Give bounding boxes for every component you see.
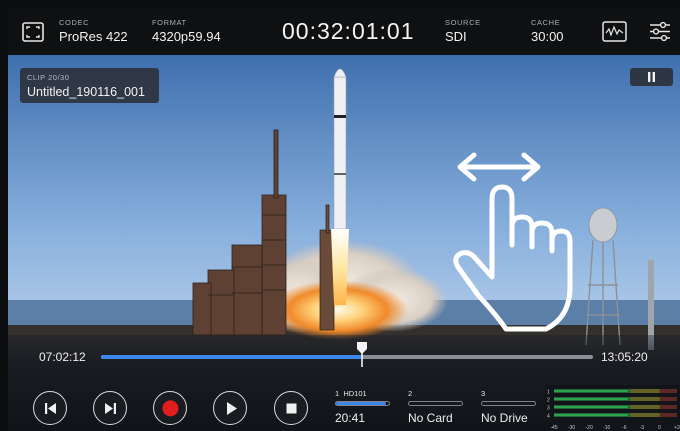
stop-icon bbox=[286, 403, 297, 414]
pause-button[interactable] bbox=[630, 68, 673, 86]
meter-segment bbox=[659, 389, 677, 393]
timeline-progress bbox=[101, 355, 362, 359]
source-value: SDI bbox=[445, 29, 467, 44]
meter-level bbox=[554, 398, 628, 400]
meter-segment bbox=[630, 405, 660, 409]
codec-value: ProRes 422 bbox=[59, 29, 128, 44]
format-field[interactable]: FORMAT 4320p59.94 bbox=[152, 18, 221, 44]
slot-number: 1 bbox=[335, 389, 340, 398]
play-button[interactable] bbox=[213, 391, 247, 425]
meter-segment bbox=[630, 397, 660, 401]
meter-segment bbox=[630, 413, 660, 417]
meter-segment bbox=[659, 405, 677, 409]
meter-scale-label: -10 bbox=[603, 425, 610, 431]
meter-segment bbox=[630, 389, 660, 393]
codec-label: CODEC bbox=[59, 18, 90, 27]
meter-channel-label: 4 bbox=[547, 414, 550, 420]
cache-field[interactable]: CACHE 30:00 bbox=[531, 18, 564, 44]
timeline-end-timecode: 13:05:20 bbox=[601, 350, 648, 364]
record-icon bbox=[162, 400, 179, 417]
slot-number: 3 bbox=[481, 389, 486, 398]
skip-forward-button[interactable] bbox=[93, 391, 127, 425]
clip-info-badge[interactable]: CLIP 20/30 Untitled_190116_001 bbox=[20, 68, 159, 103]
media-slot-2[interactable]: 2 No Card bbox=[408, 389, 463, 425]
fullscreen-icon[interactable] bbox=[22, 22, 44, 42]
meter-scale-label: -20 bbox=[586, 425, 593, 431]
play-icon bbox=[227, 402, 237, 415]
format-label: FORMAT bbox=[152, 18, 187, 27]
meter-scale-label: -6 bbox=[622, 425, 627, 431]
clip-name: Untitled_190116_001 bbox=[27, 85, 145, 99]
slot-capacity-bar bbox=[481, 401, 536, 406]
cache-value: 30:00 bbox=[531, 29, 564, 44]
meter-channel-label: 1 bbox=[547, 390, 550, 396]
timecode-display[interactable]: 00:32:01:01 bbox=[282, 18, 415, 45]
stop-button[interactable] bbox=[274, 391, 308, 425]
playhead-handle[interactable] bbox=[356, 341, 368, 367]
recorder-screen: CODEC ProRes 422 FORMAT 4320p59.94 00:32… bbox=[0, 0, 680, 431]
meter-level bbox=[554, 414, 628, 416]
slot-capacity-bar bbox=[335, 401, 390, 406]
media-slot-1[interactable]: 1 HD101 20:41 bbox=[335, 389, 390, 425]
skip-back-icon bbox=[45, 403, 56, 414]
meter-scale-label: -45 bbox=[550, 425, 557, 431]
source-field[interactable]: SOURCE SDI bbox=[445, 18, 481, 44]
source-label: SOURCE bbox=[445, 18, 481, 27]
format-value: 4320p59.94 bbox=[152, 29, 221, 44]
status-bar: CODEC ProRes 422 FORMAT 4320p59.94 00:32… bbox=[8, 8, 680, 55]
record-button[interactable] bbox=[153, 391, 187, 425]
meter-scale-label: 0 bbox=[658, 425, 661, 431]
meter-scale-label: +3 bbox=[674, 425, 680, 431]
meter-channel-label: 2 bbox=[547, 398, 550, 404]
meter-segment bbox=[659, 397, 677, 401]
slot-status: No Card bbox=[408, 411, 453, 425]
meter-segment bbox=[659, 413, 677, 417]
meter-channel-label: 3 bbox=[547, 406, 550, 412]
audio-meters[interactable]: 1234-45 -30 -20 -10 -6 -3 0 +3 bbox=[545, 385, 680, 431]
skip-forward-icon bbox=[105, 403, 116, 414]
skip-back-button[interactable] bbox=[33, 391, 67, 425]
meter-scale-label: -3 bbox=[640, 425, 645, 431]
slot-status: 20:41 bbox=[335, 411, 366, 425]
pause-icon bbox=[648, 72, 655, 82]
media-slot-3[interactable]: 3 No Drive bbox=[481, 389, 536, 425]
meter-level bbox=[554, 390, 628, 392]
cache-label: CACHE bbox=[531, 18, 561, 27]
clip-counter: CLIP 20/30 bbox=[27, 73, 70, 82]
slot-status: No Drive bbox=[481, 411, 528, 425]
slot-card-name: HD101 bbox=[343, 389, 367, 398]
settings-sliders-icon[interactable] bbox=[649, 21, 671, 42]
meter-level bbox=[554, 406, 628, 408]
slot-number: 2 bbox=[408, 389, 413, 398]
timeline-start-timecode: 07:02:12 bbox=[39, 350, 86, 364]
slot-capacity-bar bbox=[408, 401, 463, 406]
waveform-scope-icon[interactable] bbox=[602, 21, 627, 42]
swipe-gesture-hand-icon bbox=[453, 152, 573, 332]
codec-field[interactable]: CODEC ProRes 422 bbox=[59, 18, 128, 44]
meter-scale-label: -30 bbox=[568, 425, 575, 431]
